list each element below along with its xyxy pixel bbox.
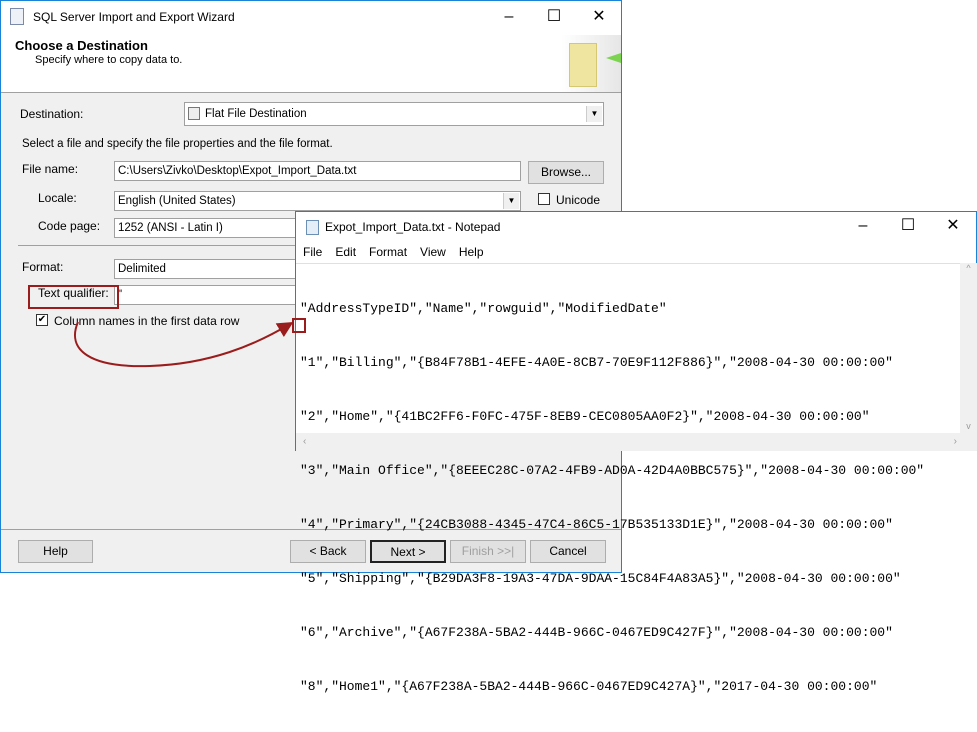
annotation-arrow (74, 321, 294, 368)
text-line: "6","Archive","{A67F238A-5BA2-444B-966C-… (300, 625, 893, 640)
text-line: "8","Home1","{A67F238A-5BA2-444B-966C-04… (300, 679, 878, 694)
